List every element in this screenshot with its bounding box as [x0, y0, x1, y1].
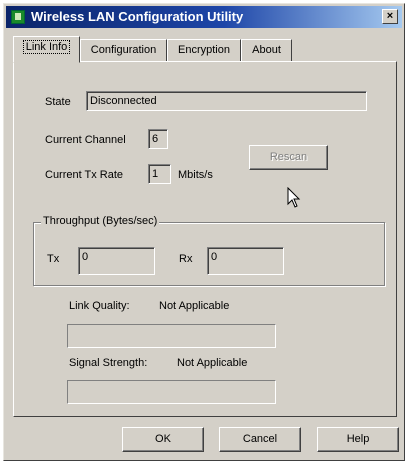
tab-label: Link Info: [22, 40, 71, 54]
help-button[interactable]: Help: [317, 427, 399, 452]
current-tx-rate-field: 1: [148, 164, 171, 184]
app-icon: [11, 10, 25, 24]
tab-configuration[interactable]: Configuration: [80, 39, 167, 61]
close-button[interactable]: ×: [382, 9, 398, 24]
tab-about[interactable]: About: [241, 39, 292, 61]
cancel-button[interactable]: Cancel: [219, 427, 301, 452]
current-channel-field: 6: [148, 129, 168, 149]
rx-label: Rx: [179, 253, 193, 265]
window-title: Wireless LAN Configuration Utility: [31, 9, 244, 24]
state-label: State: [45, 96, 71, 108]
tx-field: 0: [78, 247, 155, 275]
title-bar[interactable]: Wireless LAN Configuration Utility ×: [6, 6, 402, 28]
signal-strength-bar: [67, 380, 276, 404]
throughput-title: Throughput (Bytes/sec): [41, 215, 160, 227]
signal-strength-value: Not Applicable: [177, 357, 248, 369]
link-quality-bar: [67, 324, 276, 348]
tx-rate-unit: Mbits/s: [178, 169, 213, 181]
current-channel-label: Current Channel: [45, 134, 126, 146]
tab-encryption[interactable]: Encryption: [167, 39, 241, 61]
rx-field: 0: [207, 247, 284, 275]
tab-link-info[interactable]: Link Info: [13, 36, 80, 63]
tx-label: Tx: [47, 253, 60, 265]
signal-strength-label: Signal Strength:: [69, 357, 148, 369]
link-quality-label: Link Quality:: [69, 300, 130, 312]
state-field: Disconnected: [86, 91, 367, 111]
ok-button[interactable]: OK: [122, 427, 204, 452]
rescan-button[interactable]: Rescan: [249, 145, 328, 170]
throughput-group: Throughput (Bytes/sec) Tx 0 Rx 0: [33, 215, 385, 286]
current-tx-rate-label: Current Tx Rate: [45, 169, 124, 181]
link-quality-value: Not Applicable: [159, 300, 230, 312]
dialog-window: Wireless LAN Configuration Utility × Lin…: [3, 3, 405, 461]
mouse-cursor-icon: [287, 187, 301, 208]
